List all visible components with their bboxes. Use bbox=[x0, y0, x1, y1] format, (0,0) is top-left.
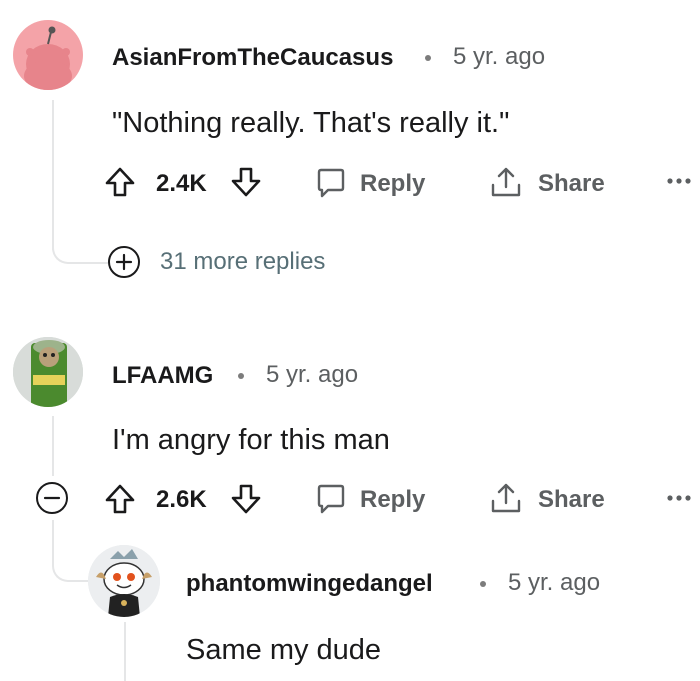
share-button[interactable]: Share bbox=[484, 160, 614, 204]
comment-timestamp[interactable]: 5 yr. ago bbox=[266, 361, 358, 389]
comment-timestamp[interactable]: 5 yr. ago bbox=[508, 569, 600, 597]
thread-line[interactable] bbox=[124, 622, 126, 681]
user-avatar[interactable] bbox=[13, 20, 83, 90]
thread-line[interactable] bbox=[52, 416, 54, 476]
reply-label: Reply bbox=[360, 486, 426, 513]
vote-score: 2.6K bbox=[156, 486, 207, 513]
more-options-button[interactable] bbox=[662, 166, 696, 196]
meta-separator bbox=[238, 373, 244, 379]
comment-author[interactable]: AsianFromTheCaucasus bbox=[112, 44, 393, 72]
thread-connector bbox=[52, 228, 108, 264]
comment-body: I'm angry for this man bbox=[112, 424, 390, 456]
vote-score: 2.4K bbox=[156, 170, 207, 197]
snoo-avatar-icon bbox=[24, 26, 72, 90]
downvote-icon bbox=[231, 167, 261, 197]
snoo-avatar-icon bbox=[88, 545, 160, 617]
share-button[interactable]: Share bbox=[484, 476, 614, 520]
collapse-thread-button[interactable] bbox=[32, 478, 72, 518]
more-replies-button[interactable]: 31 more replies bbox=[104, 242, 354, 282]
user-avatar[interactable] bbox=[13, 337, 83, 407]
upvote-icon bbox=[105, 484, 135, 514]
more-replies-label: 31 more replies bbox=[160, 248, 326, 275]
share-label: Share bbox=[538, 486, 605, 513]
comment-author[interactable]: phantomwingedangel bbox=[186, 570, 433, 598]
share-icon bbox=[491, 167, 521, 197]
reply-label: Reply bbox=[360, 170, 426, 197]
user-avatar[interactable] bbox=[88, 545, 160, 617]
more-icon bbox=[667, 495, 691, 501]
reply-button[interactable]: Reply bbox=[308, 160, 438, 204]
comment-timestamp[interactable]: 5 yr. ago bbox=[453, 43, 545, 71]
share-label: Share bbox=[538, 170, 605, 197]
meta-separator bbox=[480, 581, 486, 587]
more-options-button[interactable] bbox=[662, 483, 696, 513]
collapse-icon bbox=[36, 482, 68, 514]
comment-author[interactable]: LFAAMG bbox=[112, 362, 213, 390]
reply-icon bbox=[317, 168, 345, 198]
comment-body: Same my dude bbox=[186, 634, 382, 666]
upvote-button[interactable] bbox=[100, 162, 140, 202]
reply-icon bbox=[317, 484, 345, 514]
downvote-button[interactable] bbox=[226, 162, 266, 202]
comment-body: "Nothing really. That's really it." bbox=[112, 107, 510, 139]
thread-connector bbox=[52, 546, 88, 582]
reply-button[interactable]: Reply bbox=[308, 476, 438, 520]
downvote-button[interactable] bbox=[226, 479, 266, 519]
downvote-icon bbox=[231, 484, 261, 514]
expand-icon bbox=[108, 246, 140, 278]
more-icon bbox=[667, 178, 691, 184]
meta-separator bbox=[425, 55, 431, 61]
pringles-avatar-icon bbox=[13, 337, 83, 407]
upvote-icon bbox=[105, 167, 135, 197]
share-icon bbox=[491, 483, 521, 513]
upvote-button[interactable] bbox=[100, 479, 140, 519]
